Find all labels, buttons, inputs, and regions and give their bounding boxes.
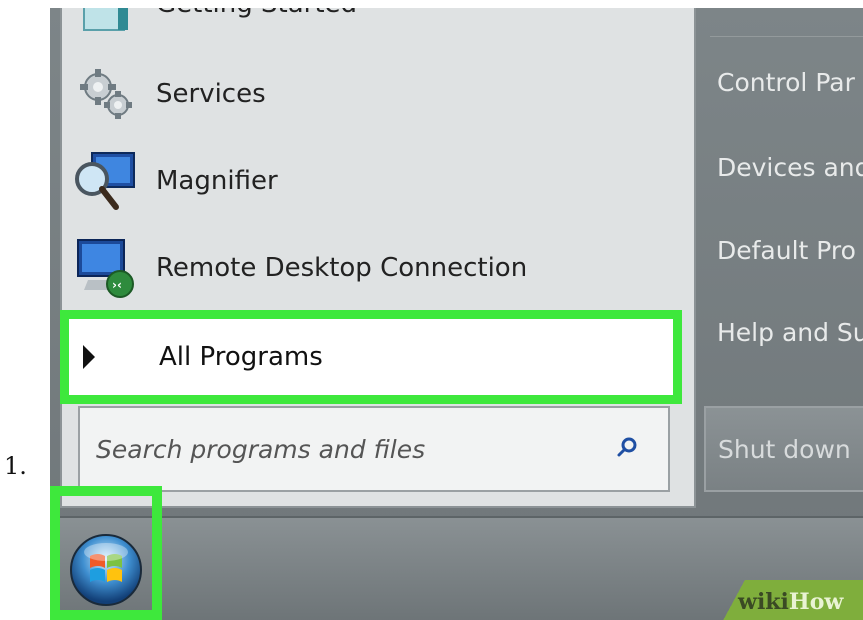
program-magnifier[interactable]: Magnifier xyxy=(62,139,682,223)
windows-start-orb-icon[interactable] xyxy=(68,532,144,612)
right-pane-separator xyxy=(710,36,863,37)
shutdown-button[interactable]: Shut down xyxy=(704,406,863,492)
search-box[interactable] xyxy=(78,406,670,492)
svg-text:›‹: ›‹ xyxy=(112,278,122,292)
step-number: 1. xyxy=(4,452,27,480)
program-label: Services xyxy=(156,79,266,109)
remote-desktop-icon: ›‹ xyxy=(74,236,138,300)
all-programs-button[interactable]: All Programs xyxy=(60,310,682,404)
start-menu-screenshot: Getting Started › xyxy=(50,8,863,620)
search-icon[interactable] xyxy=(616,436,638,462)
program-getting-started[interactable]: Getting Started › xyxy=(62,8,682,46)
watermark-suffix: How xyxy=(788,589,844,615)
wikihow-watermark: wikiHow xyxy=(738,589,843,615)
program-remote-desktop[interactable]: ›‹ Remote Desktop Connection xyxy=(62,226,682,310)
program-label: Getting Started xyxy=(156,8,357,19)
program-label: Magnifier xyxy=(156,166,278,196)
right-item-devices[interactable]: Devices and xyxy=(717,153,863,182)
search-input[interactable] xyxy=(94,433,598,465)
getting-started-icon xyxy=(74,8,138,36)
triangle-right-icon xyxy=(83,345,95,369)
program-label: Remote Desktop Connection xyxy=(156,253,528,283)
watermark-prefix: wiki xyxy=(738,589,789,615)
right-item-help[interactable]: Help and Su xyxy=(717,318,863,347)
magnifier-icon xyxy=(74,149,138,213)
program-services[interactable]: Services xyxy=(62,52,682,136)
right-item-default-programs[interactable]: Default Pro xyxy=(717,236,856,265)
all-programs-label: All Programs xyxy=(159,342,323,372)
right-item-control-panel[interactable]: Control Par xyxy=(717,68,855,97)
services-gear-icon xyxy=(74,62,138,126)
